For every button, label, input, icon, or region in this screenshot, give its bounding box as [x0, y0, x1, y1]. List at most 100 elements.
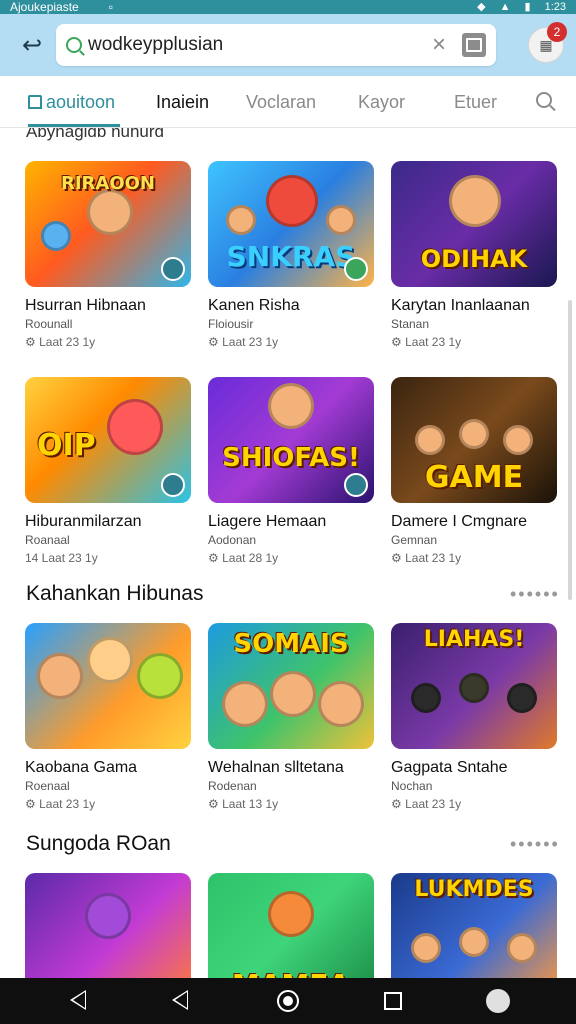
character-art [107, 399, 163, 455]
character-art [459, 673, 489, 703]
tab-4[interactable]: Kayor [358, 92, 405, 113]
character-art [270, 671, 316, 717]
character-art [411, 683, 441, 713]
card-subtitle: Floiousir [208, 317, 254, 331]
card-title: Karytan Inanlaanan [391, 297, 530, 314]
card-title: Liagere Hemaan [208, 513, 327, 530]
thumbnail-title: LUKMDES [414, 877, 534, 902]
thumbnail-title: LIAHAS! [423, 627, 525, 652]
character-art [87, 189, 133, 235]
notifications-button[interactable]: ▦ 2 [528, 22, 567, 63]
back-button[interactable]: ↩ [12, 25, 52, 65]
character-art [87, 637, 133, 683]
thumbnail-title: RIRAOON [60, 173, 156, 194]
character-art [503, 425, 533, 455]
card-meta: ⚙ Laat 28 1y [208, 551, 279, 565]
thumbnail-title: GAME [424, 460, 524, 495]
screen: Ajoukepiaste ▫ ◆ ▲ ▮ 1:23 ↩ × ▦ 2 aouito… [0, 0, 576, 1024]
tab-2[interactable]: Inaiein [156, 92, 209, 113]
game-thumbnail: MAMEA [208, 873, 374, 978]
thumbnail-title: SOMAIS [233, 629, 349, 659]
active-tab-indicator [28, 124, 120, 127]
game-card[interactable]: GAME Damere I Cmgnare Gemnan ⚙ Laat 23 1… [391, 377, 557, 565]
game-card[interactable]: LUKMDES [391, 873, 557, 978]
card-meta: ⚙ Laat 23 1y [25, 797, 96, 811]
game-card[interactable]: OIP Hiburanmilarzan Roanaal 14 Laat 23 1… [25, 377, 191, 565]
card-meta: 14 Laat 23 1y [25, 551, 98, 565]
assistant-icon[interactable] [486, 989, 510, 1013]
card-subtitle: Gemnan [391, 533, 438, 547]
game-thumbnail [25, 873, 191, 978]
image-search-icon[interactable] [462, 33, 486, 57]
thumbnail-title: ODIHAK [420, 245, 528, 273]
game-thumbnail: SHIOFAS! [208, 377, 374, 503]
install-badge-icon [161, 473, 185, 497]
card-title: Hsurran Hibnaan [25, 297, 146, 314]
thumbnail-title: SHIOFAS! [222, 443, 360, 473]
home-nav-button[interactable] [277, 990, 299, 1012]
card-subtitle: Roanaal [25, 533, 70, 547]
card-subtitle: Stanan [391, 317, 430, 331]
recents-nav-button[interactable] [384, 992, 402, 1010]
character-art [137, 653, 183, 699]
game-card[interactable]: LIAHAS! Gagpata Sntahe Nochan ⚙ Laat 23 … [391, 623, 557, 811]
character-art [266, 175, 318, 227]
character-art [326, 205, 356, 235]
game-card[interactable]: SHIOFAS! Liagere Hemaan Aodonan ⚙ Laat 2… [208, 377, 374, 565]
character-art [226, 205, 256, 235]
character-art [459, 927, 489, 957]
game-card[interactable]: ODIHAK Karytan Inanlaanan Stanan ⚙ Laat … [391, 161, 557, 349]
card-title: Hiburanmilarzan [25, 513, 142, 530]
card-meta: ⚙ Laat 23 1y [391, 551, 462, 565]
notification-status-icon: ▫ [108, 0, 113, 14]
status-bar: Ajoukepiaste ▫ ◆ ▲ ▮ 1:23 [0, 0, 576, 14]
character-art [268, 891, 314, 937]
more-icon[interactable]: •••••• [510, 834, 560, 855]
tab-3[interactable]: Voclaran [246, 92, 316, 113]
game-card[interactable]: SNKRAS Kanen Risha Floiousir ⚙ Laat 23 1… [208, 161, 374, 349]
clear-icon[interactable]: × [424, 31, 454, 59]
character-art [449, 175, 501, 227]
card-meta: ⚙ Laat 23 1y [391, 335, 462, 349]
search-input[interactable] [88, 34, 424, 56]
install-badge-icon [344, 257, 368, 281]
section-title: Abyhagidb nuhurd [26, 128, 165, 141]
card-title: Wehalnan slltetana [208, 759, 344, 776]
game-card[interactable]: MAMEA [208, 873, 374, 978]
status-left-text: Ajoukepiaste [10, 0, 79, 14]
back-nav-button-2[interactable] [172, 990, 194, 1012]
character-art [222, 681, 268, 727]
tab-home[interactable]: aouitoon [28, 92, 115, 113]
character-art [411, 933, 441, 963]
search-tab-icon[interactable] [536, 92, 552, 108]
game-thumbnail [25, 623, 191, 749]
card-subtitle: Nochan [391, 779, 433, 793]
back-nav-button[interactable] [70, 990, 92, 1012]
app-bar: ↩ × ▦ 2 [0, 14, 576, 76]
wifi-icon: ◆ [477, 1, 486, 13]
game-thumbnail: SNKRAS [208, 161, 374, 287]
card-meta: ⚙ Laat 23 1y [208, 335, 279, 349]
card-title: Gagpata Sntahe [391, 759, 508, 776]
tab-5[interactable]: Etuer [454, 92, 497, 113]
card-subtitle: Rodenan [208, 779, 257, 793]
game-card[interactable]: SOMAIS Wehalnan slltetana Rodenan ⚙ Laat… [208, 623, 374, 811]
tab-bar: aouitoon Inaiein Voclaran Kayor Etuer [0, 76, 576, 128]
install-badge-icon [344, 473, 368, 497]
card-subtitle: Roenaal [25, 779, 70, 793]
scrollbar[interactable] [568, 300, 572, 600]
notification-badge: 2 [547, 22, 567, 42]
character-art [459, 419, 489, 449]
character-art [415, 425, 445, 455]
game-card[interactable]: Kaobana Gama Roenaal ⚙ Laat 23 1y [25, 623, 191, 811]
arrow-back-icon: ↩ [21, 31, 43, 59]
game-card[interactable] [25, 873, 191, 978]
search-icon [66, 37, 82, 53]
search-box[interactable]: × [56, 24, 496, 66]
game-card[interactable]: RIRAOON Hsurran Hibnaan Roounall ⚙ Laat … [25, 161, 191, 349]
content-feed[interactable]: Abyhagidb nuhurd RIRAOON Hsurran Hibnaan… [0, 128, 576, 978]
more-icon[interactable]: •••••• [510, 584, 560, 605]
home-icon [28, 95, 42, 109]
tab-home-label: aouitoon [46, 92, 116, 112]
character-art [41, 221, 71, 251]
